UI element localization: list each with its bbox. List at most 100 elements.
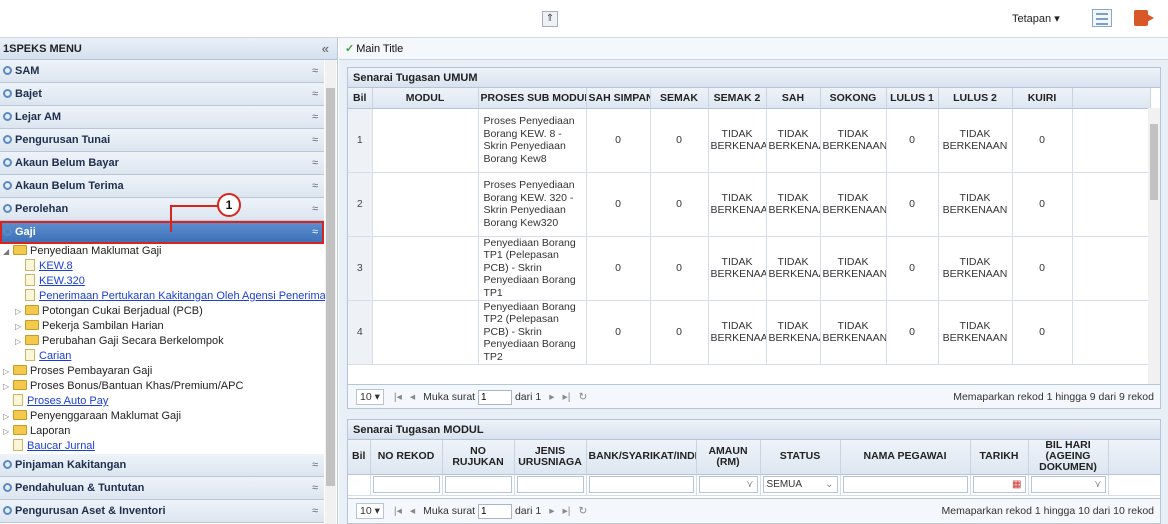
exit-icon[interactable]: [1134, 10, 1154, 26]
filter-bil-hari-input[interactable]: ⋎: [1030, 476, 1106, 493]
tree-link[interactable]: KEW.8: [3, 259, 324, 274]
scrollbar-thumb[interactable]: [326, 88, 335, 486]
sidebar-item[interactable]: Perolehan ≈: [0, 198, 324, 221]
table-row[interactable]: 2 Proses Penyediaan Borang KEW. 320 - Skr…: [348, 172, 1151, 237]
tree-link-label[interactable]: KEW.320: [39, 275, 85, 287]
collapse-header-button[interactable]: ⇑: [542, 11, 558, 27]
tree-link-label[interactable]: KEW.8: [39, 260, 73, 272]
table-row[interactable]: 1 Proses Penyediaan Borang KEW. 8 - Skrin…: [348, 108, 1151, 173]
column-header[interactable]: Bil: [348, 440, 371, 475]
sidebar-item[interactable]: Bajet ≈: [0, 83, 324, 106]
refresh-icon[interactable]: ↻: [578, 391, 587, 403]
tree-folder[interactable]: ▷ Penyenggaraan Maklumat Gaji: [3, 409, 324, 424]
expand-arrow-icon[interactable]: ▷: [3, 364, 11, 379]
collapse-sidebar-button[interactable]: «: [322, 38, 329, 60]
column-header[interactable]: MODUL: [372, 88, 479, 109]
expand-arrow-icon[interactable]: ▷: [15, 319, 23, 334]
prev-page-button[interactable]: ◂: [410, 391, 415, 403]
tree-link[interactable]: Baucar Jurnal: [3, 439, 324, 454]
expand-arrow-icon[interactable]: ◢: [3, 244, 11, 259]
tree-folder[interactable]: ▷ Proses Pembayaran Gaji: [3, 364, 324, 379]
tree-folder[interactable]: ▷ Proses Bonus/Bantuan Khas/Premium/APC: [3, 379, 324, 394]
first-page-button[interactable]: |◂: [394, 391, 402, 403]
expand-arrow-icon[interactable]: ▷: [15, 304, 23, 319]
filter-icon[interactable]: ⋎: [746, 477, 753, 492]
filter-status-select[interactable]: SEMUA ⌄: [762, 476, 838, 493]
column-header[interactable]: BANK/SYARIKAT/INDIVIDU: [586, 440, 697, 475]
next-page-button[interactable]: ▸: [549, 505, 554, 517]
tree-link[interactable]: Penerimaan Pertukaran Kakitangan Oleh Ag…: [3, 289, 326, 304]
page-size-select[interactable]: 10 ▾: [356, 503, 384, 519]
settings-dropdown[interactable]: Tetapan ▾: [1012, 12, 1060, 25]
filter-no-rujukan-input[interactable]: [444, 476, 512, 493]
tree-link[interactable]: KEW.320: [3, 274, 324, 289]
tree-folder[interactable]: ▷ Perubahan Gaji Secara Berkelompok: [3, 334, 324, 349]
tree-link-label[interactable]: Proses Auto Pay: [27, 395, 108, 407]
sidebar-item[interactable]: Pengurusan Tunai ≈: [0, 129, 324, 152]
last-page-button[interactable]: ▸|: [562, 391, 570, 403]
column-header[interactable]: SOKONG: [820, 88, 887, 109]
expand-arrow-icon[interactable]: ▷: [15, 334, 23, 349]
column-header[interactable]: Bil: [348, 88, 373, 109]
table-row[interactable]: 4 Penyediaan Borang TP2 (Pelepasan PCB) -…: [348, 300, 1151, 365]
sidebar-item[interactable]: Pengurusan Aset & Inventori ≈: [0, 500, 324, 523]
column-header[interactable]: SAH SIMPAN: [586, 88, 651, 109]
last-page-button[interactable]: ▸|: [562, 505, 570, 517]
table-row[interactable]: 3 Penyediaan Borang TP1 (Pelepasan PCB) -…: [348, 236, 1151, 301]
calendar-icon[interactable]: ▦: [1012, 477, 1021, 492]
tree-link-label[interactable]: Penerimaan Pertukaran Kakitangan Oleh Ag…: [39, 290, 326, 302]
filter-amaun-input[interactable]: ⋎: [698, 476, 758, 493]
filter-bank-input[interactable]: [588, 476, 694, 493]
tree-folder[interactable]: ▷ Laporan: [3, 424, 324, 439]
sidebar-item[interactable]: Pinjaman Kakitangan ≈: [0, 454, 324, 477]
refresh-icon[interactable]: ↻: [578, 505, 587, 517]
column-header[interactable]: TARIKH: [970, 440, 1029, 475]
tree-link-label[interactable]: Baucar Jurnal: [27, 440, 95, 452]
sidebar-scrollbar[interactable]: [325, 60, 336, 524]
next-page-button[interactable]: ▸: [549, 391, 554, 403]
filter-no-rekod-input[interactable]: [372, 476, 440, 493]
page-size-select[interactable]: 10 ▾: [356, 389, 384, 405]
column-header[interactable]: SEMAK: [650, 88, 709, 109]
sidebar-item[interactable]: Pendahuluan & Tuntutan ≈: [0, 477, 324, 500]
sidebar-item[interactable]: Lejar AM ≈: [0, 106, 324, 129]
first-page-button[interactable]: |◂: [394, 505, 402, 517]
expand-arrow-icon[interactable]: ▷: [3, 424, 11, 439]
umum-table-scrollbar[interactable]: [1148, 108, 1160, 384]
expand-arrow-icon[interactable]: ▷: [3, 379, 11, 394]
filter-nama-pegawai-input[interactable]: [842, 476, 968, 493]
sidebar-item-gaji[interactable]: Gaji ≈: [0, 221, 324, 244]
tree-folder[interactable]: ◢ Penyediaan Maklumat Gaji: [3, 244, 324, 259]
prev-page-button[interactable]: ◂: [410, 505, 415, 517]
sidebar-item-label: Pendahuluan & Tuntutan: [15, 482, 145, 494]
column-header[interactable]: NO REKOD: [370, 440, 443, 475]
tree-folder[interactable]: ▷ Pekerja Sambilan Harian: [3, 319, 324, 334]
page-number-input[interactable]: [478, 389, 513, 405]
filter-icon[interactable]: ⋎: [1094, 477, 1101, 492]
column-header[interactable]: SAH: [766, 88, 821, 109]
column-header[interactable]: LULUS 1: [886, 88, 939, 109]
sidebar-item[interactable]: Akaun Belum Bayar ≈: [0, 152, 324, 175]
list-icon[interactable]: [1092, 9, 1112, 27]
sidebar-item[interactable]: Akaun Belum Terima ≈: [0, 175, 324, 198]
column-header[interactable]: KUIRI: [1012, 88, 1073, 109]
filter-jenis-urusniaga-input[interactable]: [516, 476, 584, 493]
column-header[interactable]: SEMAK 2: [708, 88, 767, 109]
tree-folder[interactable]: ▷ Potongan Cukai Berjadual (PCB): [3, 304, 324, 319]
tree-link[interactable]: Proses Auto Pay: [3, 394, 324, 409]
column-header[interactable]: STATUS: [760, 440, 841, 475]
tree-link[interactable]: Carian: [3, 349, 324, 364]
column-header[interactable]: PROSES SUB MODUL: [478, 88, 587, 109]
scrollbar-thumb[interactable]: [1150, 124, 1158, 200]
column-header[interactable]: JENIS URUSNIAGA: [514, 440, 587, 475]
column-header[interactable]: BIL HARI (AGEING DOKUMEN): [1028, 440, 1109, 475]
page-number-input[interactable]: [478, 503, 513, 519]
expand-arrow-icon[interactable]: ▷: [3, 409, 11, 424]
column-header[interactable]: AMAUN (RM): [696, 440, 761, 475]
column-header[interactable]: NO RUJUKAN: [442, 440, 515, 475]
column-header[interactable]: NAMA PEGAWAI: [840, 440, 971, 475]
tree-link-label[interactable]: Carian: [39, 350, 71, 362]
column-header[interactable]: LULUS 2: [938, 88, 1013, 109]
filter-tarikh-input[interactable]: ▦: [972, 476, 1026, 493]
sidebar-item[interactable]: SAM ≈: [0, 60, 324, 83]
